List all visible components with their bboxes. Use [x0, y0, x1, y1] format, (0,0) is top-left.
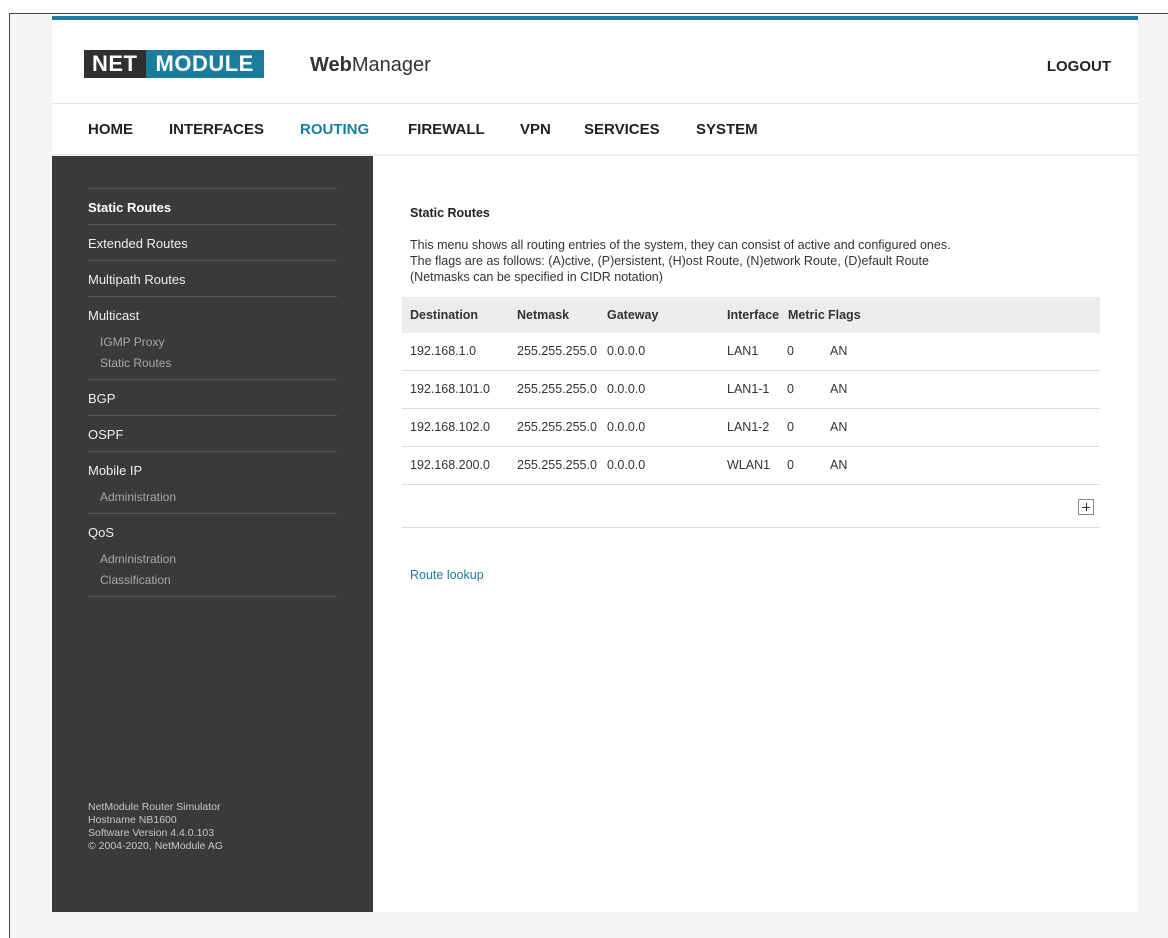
footer-version: Software Version 4.4.0.103	[88, 827, 215, 839]
cell-gateway: 0.0.0.0	[607, 382, 646, 396]
logo-module: MODULE	[145, 50, 264, 78]
nav-routing[interactable]: ROUTING	[300, 104, 369, 156]
page-description: This menu shows all routing entries of t…	[410, 237, 1100, 285]
cell-netmask: 255.255.255.0	[517, 382, 597, 396]
cell-netmask: 255.255.255.0	[517, 458, 597, 472]
cell-metric: 0	[787, 458, 794, 472]
cell-metric: 0	[787, 344, 794, 358]
description-line-3: (Netmasks can be specified in CIDR notat…	[410, 270, 663, 284]
cell-metric: 0	[787, 420, 794, 434]
cell-flags: AN	[830, 420, 848, 434]
page-title: Static Routes	[410, 206, 490, 220]
nav-interfaces[interactable]: INTERFACES	[169, 104, 264, 156]
column-interface: Interface	[727, 308, 780, 322]
table-row[interactable]: 192.168.101.0 255.255.255.0 0.0.0.0 LAN1…	[402, 371, 1100, 409]
sidebar-item-qos[interactable]: QoS	[88, 514, 337, 549]
sidebar-subitem-qos-classification[interactable]: Classification	[88, 570, 337, 591]
sidebar-item-ospf[interactable]: OSPF	[88, 416, 337, 451]
nav-services[interactable]: SERVICES	[584, 104, 660, 156]
cell-gateway: 0.0.0.0	[607, 420, 646, 434]
sidebar-item-bgp[interactable]: BGP	[88, 380, 337, 415]
footer-hostname: Hostname NB1600	[88, 814, 177, 826]
table-row[interactable]: 192.168.200.0 255.255.255.0 0.0.0.0 WLAN…	[402, 447, 1100, 485]
cell-interface: WLAN1	[727, 458, 771, 472]
nav-firewall[interactable]: FIREWALL	[408, 104, 485, 156]
header: NET MODULE WebManager LOGOUT	[52, 20, 1138, 116]
sidebar-menu: Static Routes Extended Routes Multipath …	[88, 188, 337, 597]
column-destination: Destination	[410, 308, 479, 322]
cell-flags: AN	[830, 344, 848, 358]
cell-metric: 0	[787, 382, 794, 396]
logo-net: NET	[84, 50, 146, 78]
table-header: Destination Netmask Gateway Interface Me…	[402, 297, 1100, 333]
add-route-plus-icon[interactable]	[1078, 499, 1094, 515]
sidebar-item-mobile-ip[interactable]: Mobile IP	[88, 452, 337, 487]
sidebar-item-multipath-routes[interactable]: Multipath Routes	[88, 261, 337, 296]
sidebar-subitem-qos-administration[interactable]: Administration	[88, 549, 337, 570]
table-footer	[402, 489, 1100, 528]
table-row[interactable]: 192.168.1.0 255.255.255.0 0.0.0.0 LAN1 0…	[402, 333, 1100, 371]
sidebar-subitem-igmp-proxy[interactable]: IGMP Proxy	[88, 332, 337, 353]
app-name-rest: Manager	[351, 54, 431, 76]
sidebar-item-extended-routes[interactable]: Extended Routes	[88, 225, 337, 260]
route-lookup-link[interactable]: Route lookup	[410, 568, 484, 582]
description-line-2: The flags are as follows: (A)ctive, (P)e…	[410, 254, 929, 268]
web-manager-app: NET MODULE WebManager LOGOUT HOME INTERF…	[52, 16, 1138, 912]
cell-interface: LAN1	[727, 344, 759, 358]
sidebar-subitem-mobile-ip-administration[interactable]: Administration	[88, 487, 337, 508]
app-name-bold: Web	[310, 54, 352, 76]
table-row[interactable]: 192.168.102.0 255.255.255.0 0.0.0.0 LAN1…	[402, 409, 1100, 447]
column-netmask: Netmask	[517, 308, 570, 322]
cell-netmask: 255.255.255.0	[517, 420, 597, 434]
cell-interface: LAN1-2	[727, 420, 770, 434]
nav-system[interactable]: SYSTEM	[696, 104, 758, 156]
cell-flags: AN	[830, 382, 848, 396]
cell-destination: 192.168.101.0	[410, 382, 490, 396]
cell-gateway: 0.0.0.0	[607, 344, 646, 358]
sidebar: Static Routes Extended Routes Multipath …	[52, 156, 373, 912]
cell-flags: AN	[830, 458, 848, 472]
sidebar-divider	[88, 596, 337, 597]
cell-interface: LAN1-1	[727, 382, 770, 396]
footer-copyright: © 2004-2020, NetModule AG	[88, 840, 223, 852]
footer-product: NetModule Router Simulator	[88, 801, 221, 813]
nav-vpn[interactable]: VPN	[520, 104, 551, 156]
sidebar-footer: NetModule Router Simulator Hostname NB16…	[88, 801, 223, 853]
main-nav: HOME INTERFACES ROUTING FIREWALL VPN SER…	[52, 104, 1138, 156]
app-name: WebManager	[310, 54, 431, 77]
column-gateway: Gateway	[607, 308, 659, 322]
sidebar-item-static-routes[interactable]: Static Routes	[88, 189, 337, 224]
cell-destination: 192.168.1.0	[410, 344, 477, 358]
sidebar-item-multicast[interactable]: Multicast	[88, 297, 337, 332]
cell-destination: 192.168.102.0	[410, 420, 490, 434]
netmodule-logo: NET MODULE	[84, 50, 264, 78]
cell-gateway: 0.0.0.0	[607, 458, 646, 472]
logout-link[interactable]: LOGOUT	[1047, 58, 1111, 75]
cell-netmask: 255.255.255.0	[517, 344, 597, 358]
column-metric: Metric	[788, 308, 825, 322]
column-flags: Flags	[828, 308, 861, 322]
nav-home[interactable]: HOME	[88, 104, 133, 156]
description-line-1: This menu shows all routing entries of t…	[410, 238, 951, 252]
cell-destination: 192.168.200.0	[410, 458, 490, 472]
sidebar-subitem-multicast-static-routes[interactable]: Static Routes	[88, 353, 337, 374]
